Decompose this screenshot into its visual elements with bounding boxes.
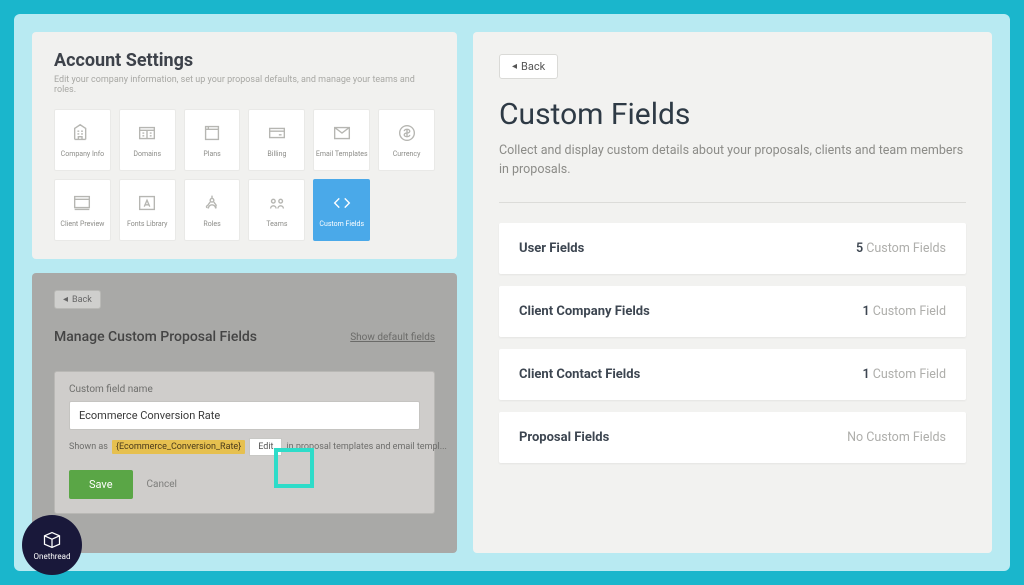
tile-label: Fonts Library [127,220,168,228]
section-count: 5 Custom Fields [856,241,946,256]
back-button[interactable]: Back [499,54,558,79]
field-tag: {Ecommerce_Conversion_Rate} [112,440,245,454]
email-icon [330,122,354,144]
plans-icon [200,122,224,144]
domain-icon [135,122,159,144]
save-button[interactable]: Save [69,470,133,499]
custom-fields-subtitle: Collect and display custom details about… [499,142,966,180]
field-name-input[interactable] [69,401,420,430]
tile-label: Roles [203,220,220,228]
custom-field-editor: Custom field name Shown as {Ecommerce_Co… [54,371,435,514]
field-sections-list: User Fields 5 Custom Fields Client Company… [499,223,966,463]
show-default-fields-link[interactable]: Show default fields [350,332,435,343]
field-section-row[interactable]: Client Company Fields 1 Custom Field [499,286,966,337]
settings-tile-building[interactable]: Company Info [54,109,111,171]
tile-label: Teams [266,220,287,228]
settings-tile-grid: Company Info Domains Plans Billing Email Tem… [54,109,435,241]
roles-icon [200,192,224,214]
shown-as-prefix: Shown as [69,442,108,452]
section-name: User Fields [519,241,584,256]
tile-label: Company Info [61,150,105,158]
fonts-icon [135,192,159,214]
teams-icon [265,192,289,214]
tile-label: Custom Fields [319,220,364,228]
tile-label: Email Templates [316,150,368,158]
page-subtitle: Edit your company information, set up yo… [54,75,435,95]
settings-tile-domain[interactable]: Domains [119,109,176,171]
onethread-logo: Onethread [22,515,82,575]
field-name-label: Custom field name [69,384,420,395]
field-section-row[interactable]: Client Contact Fields 1 Custom Field [499,349,966,400]
tile-label: Client Preview [60,220,104,228]
divider [499,202,966,203]
preview-icon [70,192,94,214]
box-icon [42,530,62,550]
logo-text: Onethread [34,552,71,561]
manage-title: Manage Custom Proposal Fields [54,329,257,345]
building-icon [70,122,94,144]
settings-tile-billing[interactable]: Billing [248,109,305,171]
shown-as-suffix: in proposal templates and email templ... [286,442,446,452]
settings-tile-currency[interactable]: Currency [378,109,435,171]
section-name: Proposal Fields [519,430,609,445]
section-count: 1 Custom Field [862,367,946,382]
code-icon [330,192,354,214]
settings-tile-teams[interactable]: Teams [248,179,305,241]
settings-tile-plans[interactable]: Plans [184,109,241,171]
tile-label: Currency [393,150,421,158]
section-count: No Custom Fields [847,430,946,445]
section-count: 1 Custom Field [862,304,946,319]
field-section-row[interactable]: Proposal Fields No Custom Fields [499,412,966,463]
settings-tile-code[interactable]: Custom Fields [313,179,370,241]
field-shown-as-row: Shown as {Ecommerce_Conversion_Rate} Edi… [69,438,420,456]
custom-fields-title: Custom Fields [499,97,966,132]
edit-button[interactable]: Edit [249,438,282,456]
tile-label: Domains [133,150,161,158]
manage-proposal-fields-panel: Back Manage Custom Proposal Fields Show … [32,273,457,553]
tile-label: Billing [267,150,286,158]
settings-tile-roles[interactable]: Roles [184,179,241,241]
tile-label: Plans [203,150,220,158]
account-settings-panel: Account Settings Edit your company infor… [32,32,457,259]
billing-icon [265,122,289,144]
settings-tile-email[interactable]: Email Templates [313,109,370,171]
section-name: Client Company Fields [519,304,650,319]
section-name: Client Contact Fields [519,367,640,382]
settings-tile-fonts[interactable]: Fonts Library [119,179,176,241]
back-button[interactable]: Back [54,290,101,309]
settings-tile-preview[interactable]: Client Preview [54,179,111,241]
field-section-row[interactable]: User Fields 5 Custom Fields [499,223,966,274]
currency-icon [395,122,419,144]
custom-fields-panel: Back Custom Fields Collect and display c… [473,32,992,553]
page-title: Account Settings [54,50,435,71]
cancel-button[interactable]: Cancel [147,479,177,490]
